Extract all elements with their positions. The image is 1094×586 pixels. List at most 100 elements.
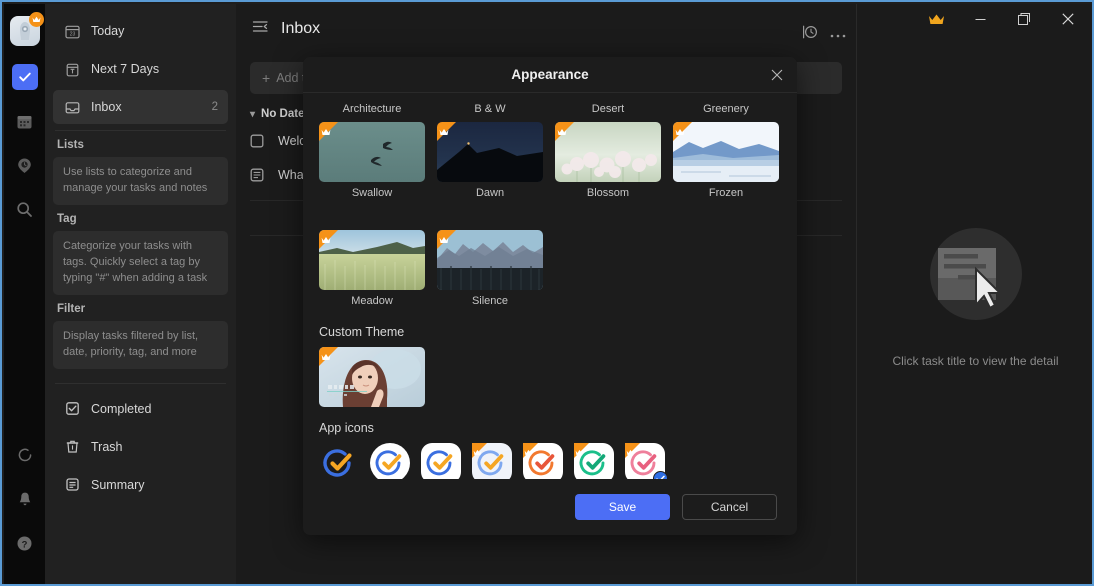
crown-icon[interactable]	[914, 4, 958, 34]
sidebar-item-label: Trash	[91, 440, 218, 454]
sidebar-item-inbox[interactable]: Inbox 2	[53, 90, 228, 124]
theme-name: Meadow	[319, 295, 425, 307]
section-hint-tag[interactable]: Categorize your tasks with tags. Quickly…	[53, 231, 228, 295]
crown-icon	[439, 123, 449, 141]
modal-title: Appearance	[511, 67, 588, 82]
sidebar-item-next-7-days[interactable]: Next 7 Days	[53, 52, 228, 86]
crown-icon	[321, 348, 331, 366]
theme-cell: Meadow	[319, 211, 425, 307]
theme-thumbnail-meadow[interactable]	[319, 230, 425, 290]
sidebar-item-trash[interactable]: Trash	[53, 430, 228, 464]
calendar-week-icon	[63, 62, 81, 77]
sidebar-item-summary[interactable]: Summary	[53, 468, 228, 502]
section-title-tag: Tag	[53, 213, 228, 225]
theme-name: Silence	[437, 295, 543, 307]
theme-thumbnail-frozen[interactable]	[673, 122, 779, 182]
app-icon-lightblue-square[interactable]	[472, 443, 512, 479]
theme-thumbnail-blossom[interactable]	[555, 122, 661, 182]
sidebar-item-label: Today	[91, 24, 218, 38]
checkbox-icon[interactable]	[250, 134, 268, 148]
custom-theme-thumbnail[interactable]	[319, 347, 425, 407]
cancel-button[interactable]: Cancel	[682, 494, 777, 520]
chevron-down-icon: ▾	[250, 109, 255, 120]
modal-header: Appearance	[303, 57, 797, 93]
note-icon	[250, 168, 268, 182]
app-icons-title: App icons	[319, 421, 781, 435]
app-icon-orange-square[interactable]	[523, 443, 563, 479]
sidebar: 23 Today Next 7 Days Inbox 2 Lists Use l…	[45, 4, 236, 586]
task-group-label: No Date	[261, 108, 304, 120]
app-icons-row	[319, 443, 781, 479]
custom-theme-title: Custom Theme	[319, 325, 781, 339]
theme-thumbnail-silence[interactable]	[437, 230, 543, 290]
theme-cell: Desert	[555, 103, 661, 199]
crown-icon	[557, 123, 567, 141]
theme-cell: Greenery Froz	[673, 103, 779, 199]
rail-item-tasks[interactable]	[12, 64, 38, 90]
bell-icon	[17, 491, 33, 507]
maximize-button[interactable]	[1002, 4, 1046, 34]
theme-group-label: Greenery	[673, 103, 779, 117]
app-icon-blue-plain[interactable]	[319, 443, 359, 479]
crown-icon	[675, 123, 685, 141]
sidebar-item-count: 2	[212, 101, 218, 113]
sidebar-item-label: Inbox	[91, 100, 212, 114]
modal-footer: Save Cancel	[303, 479, 797, 535]
rail-item-notifications[interactable]	[12, 486, 38, 512]
rail-item-help[interactable]: ?	[12, 530, 38, 556]
trash-icon	[63, 439, 81, 454]
close-icon[interactable]	[767, 65, 787, 85]
rail-item-calendar[interactable]	[12, 108, 38, 134]
theme-name: Swallow	[319, 187, 425, 199]
app-window: ? 23 Today Next 7 Days Inbox 2	[0, 0, 1094, 586]
list-collapse-icon[interactable]	[252, 18, 269, 40]
search-icon	[16, 201, 33, 218]
app-icon-pink-square[interactable]	[625, 443, 665, 479]
sidebar-item-label: Summary	[91, 478, 218, 492]
app-icon-blue-circle[interactable]	[370, 443, 410, 479]
sidebar-item-label: Completed	[91, 402, 218, 416]
calendar-today-icon: 23	[63, 24, 81, 39]
theme-thumbnail-swallow[interactable]	[319, 122, 425, 182]
theme-group-label	[437, 211, 543, 225]
appearance-modal: Appearance Architecture	[303, 57, 797, 535]
minimize-button[interactable]	[958, 4, 1002, 34]
crown-icon	[575, 443, 584, 461]
section-title-lists: Lists	[53, 139, 228, 151]
section-hint-lists[interactable]: Use lists to categorize and manage your …	[53, 157, 228, 205]
theme-grid: Architecture Swallow	[319, 103, 781, 311]
window-controls	[914, 4, 1090, 34]
more-horizontal-icon[interactable]	[830, 26, 846, 44]
theme-name: Dawn	[437, 187, 543, 199]
crown-icon	[321, 231, 331, 249]
sidebar-item-completed[interactable]: Completed	[53, 392, 228, 426]
rail-item-sync[interactable]	[12, 442, 38, 468]
crown-icon	[626, 443, 635, 461]
page-title: Inbox	[281, 20, 320, 38]
crown-icon	[321, 123, 331, 141]
history-icon[interactable]	[802, 24, 818, 45]
check-box-icon	[63, 401, 81, 416]
close-button[interactable]	[1046, 4, 1090, 34]
crown-icon	[473, 443, 482, 461]
save-button[interactable]: Save	[575, 494, 670, 520]
icon-rail: ?	[4, 4, 45, 586]
app-icon-blue-square[interactable]	[421, 443, 461, 479]
theme-group-label	[319, 211, 425, 225]
sidebar-divider-2	[55, 383, 226, 384]
rail-item-pomodoro[interactable]	[12, 152, 38, 178]
svg-text:23: 23	[69, 31, 75, 37]
plus-icon: +	[262, 70, 270, 86]
app-icon-green-square[interactable]	[574, 443, 614, 479]
theme-group-label: B & W	[437, 103, 543, 117]
section-hint-filter[interactable]: Display tasks filtered by list, date, pr…	[53, 321, 228, 369]
sidebar-item-today[interactable]: 23 Today	[53, 14, 228, 48]
avatar[interactable]	[10, 16, 40, 46]
rail-item-search[interactable]	[12, 196, 38, 222]
clock-icon	[16, 157, 33, 174]
empty-detail-illustration	[924, 222, 1028, 326]
detail-empty-text: Click task title to view the detail	[892, 354, 1058, 368]
summary-icon	[63, 477, 81, 492]
theme-thumbnail-dawn[interactable]	[437, 122, 543, 182]
theme-name: Frozen	[673, 187, 779, 199]
